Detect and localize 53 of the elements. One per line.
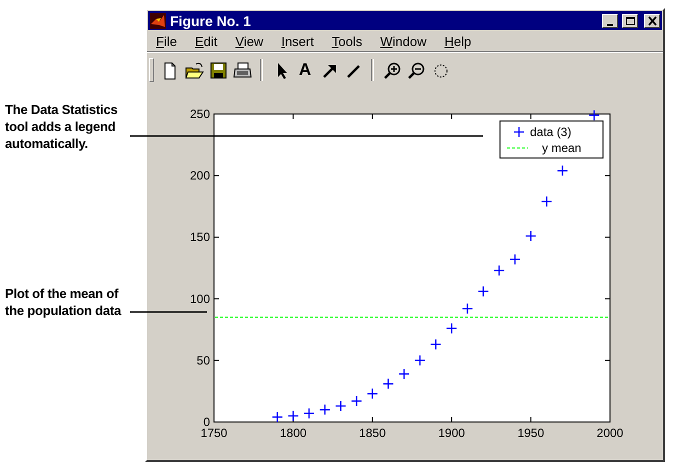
data-point <box>366 388 378 400</box>
print-icon[interactable] <box>232 60 252 80</box>
callout-text: Plot of the mean of the population data <box>5 285 122 319</box>
close-icon[interactable] <box>646 16 658 26</box>
close-button[interactable] <box>644 14 660 28</box>
x-tick-label: 2000 <box>596 426 624 440</box>
y-tick-label: 100 <box>190 292 210 306</box>
window-title: Figure No. 1 <box>170 12 252 28</box>
save-icon[interactable] <box>208 60 228 80</box>
app-icon <box>150 12 166 28</box>
y-tick-label: 150 <box>190 230 210 244</box>
x-tick-label: 1800 <box>280 426 307 440</box>
y-tick-label: 200 <box>190 168 210 183</box>
maximize-icon[interactable] <box>624 16 636 26</box>
data-point <box>303 408 315 420</box>
menu-item[interactable]: Tools <box>324 34 368 48</box>
data-point <box>525 230 536 242</box>
data-point <box>335 400 346 412</box>
data-point <box>272 411 283 423</box>
data-point <box>493 264 505 276</box>
menu-item[interactable]: Window <box>373 34 432 48</box>
x-tick-label: 1900 <box>438 426 465 440</box>
menu-item[interactable]: File <box>149 34 183 48</box>
x-tick-label: 1950 <box>517 426 544 440</box>
minimize-button[interactable] <box>602 14 618 28</box>
menu-item[interactable]: Insert <box>274 34 320 48</box>
legend-label: y mean <box>542 141 582 155</box>
x-tick-label: 1750 <box>200 426 228 440</box>
y-tick-label: 250 <box>190 107 210 121</box>
data-point <box>430 338 442 350</box>
data-point <box>556 165 568 176</box>
data-point <box>478 286 489 298</box>
y-tick-label: 0 <box>203 415 210 429</box>
data-point <box>350 395 362 407</box>
menu-item[interactable]: Help <box>437 34 478 48</box>
data-point <box>414 354 426 366</box>
data-point <box>288 410 299 422</box>
menu-item[interactable]: View <box>228 34 270 48</box>
data-point <box>462 303 474 314</box>
data-point <box>398 368 410 380</box>
y-tick-label: 50 <box>196 353 210 368</box>
menu-item[interactable]: Edit <box>188 34 224 48</box>
data-point <box>588 110 600 121</box>
maximize-button[interactable] <box>622 14 638 28</box>
x-tick-label: 1850 <box>359 426 386 440</box>
data-point <box>509 254 521 266</box>
text-tool-button[interactable]: A <box>293 59 317 81</box>
data-point <box>382 378 394 390</box>
data-point <box>446 322 458 334</box>
data-point <box>541 196 552 208</box>
legend-label: data (3) <box>530 125 572 139</box>
callout-text: The Data Statistics tool adds a legend automatically. <box>5 101 119 152</box>
data-point <box>319 404 331 416</box>
